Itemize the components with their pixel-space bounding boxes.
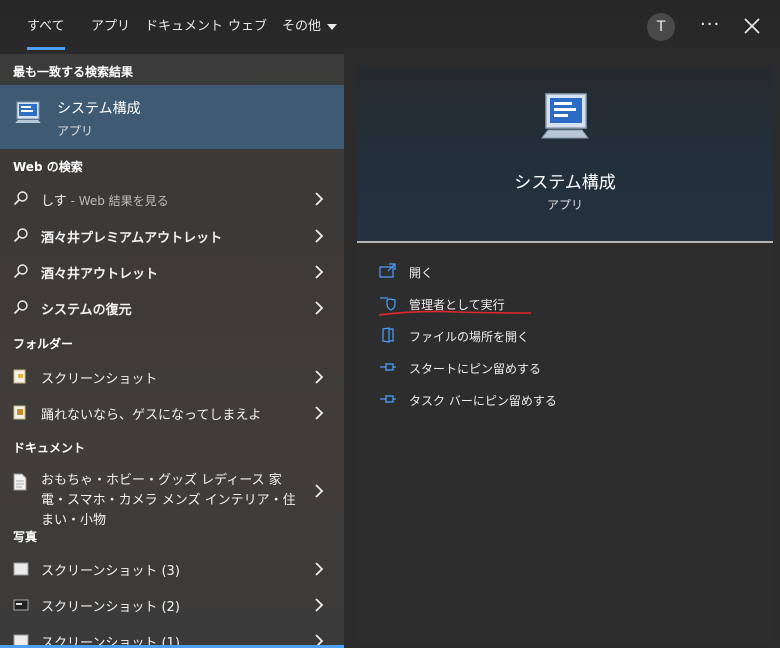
list-item[interactable]: システムの復元 xyxy=(0,291,344,325)
tab-apps[interactable]: アプリ xyxy=(91,0,130,54)
photo-label: スクリーンショット (2) xyxy=(41,600,180,615)
web-result-label: 酒々井プレミアムアウトレット xyxy=(41,231,223,246)
best-match-subtitle: アプリ xyxy=(57,124,94,138)
search-icon xyxy=(13,191,28,206)
pin-icon xyxy=(380,363,396,371)
tab-more[interactable]: その他 xyxy=(282,0,338,54)
system-config-icon xyxy=(541,93,589,139)
folder-open-icon xyxy=(382,327,394,343)
tab-all[interactable]: すべて xyxy=(27,0,65,54)
tab-more-label: その他 xyxy=(282,19,322,34)
list-item[interactable]: しす - Web 結果を見る xyxy=(0,182,344,216)
action-label: タスク バーにピン留めする xyxy=(409,394,557,408)
list-item[interactable]: 酒々井プレミアムアウトレット xyxy=(0,219,344,253)
folder-label: スクリーンショット xyxy=(41,372,158,387)
search-icon xyxy=(13,228,28,243)
search-icon xyxy=(13,264,28,279)
folder-icon xyxy=(13,405,26,420)
section-photos: 写真 xyxy=(13,530,38,544)
chevron-right-icon xyxy=(315,370,324,384)
chevron-right-icon xyxy=(315,301,324,315)
search-icon xyxy=(13,300,28,315)
list-item[interactable]: 酒々井アウトレット xyxy=(0,255,344,289)
action-label: スタートにピン留めする xyxy=(409,362,542,376)
chevron-right-icon xyxy=(315,406,324,420)
chevron-right-icon xyxy=(315,484,324,498)
web-result-hint: - Web 結果を見る xyxy=(66,194,169,208)
detail-subtitle: アプリ xyxy=(546,198,583,212)
results-panel: 最も一致する検索結果 システム構成 アプリ Web の検索 しす - Web 結… xyxy=(0,54,344,648)
section-folders: フォルダー xyxy=(13,337,74,351)
best-match-title: システム構成 xyxy=(57,101,141,117)
chevron-down-icon xyxy=(327,23,338,30)
tab-documents[interactable]: ドキュメント xyxy=(145,0,223,54)
list-item[interactable]: スクリーンショット xyxy=(0,360,344,394)
tab-web[interactable]: ウェブ xyxy=(228,0,267,54)
image-icon xyxy=(13,562,29,576)
folder-icon xyxy=(13,369,26,384)
best-match-item[interactable]: システム構成 アプリ xyxy=(0,85,344,149)
avatar[interactable]: T xyxy=(647,13,675,41)
document-icon xyxy=(13,473,27,491)
list-item[interactable]: スクリーンショット (2) xyxy=(0,588,344,622)
action-label: ファイルの場所を開く xyxy=(409,330,530,344)
red-underline-annotation xyxy=(378,310,532,316)
chevron-right-icon xyxy=(315,229,324,243)
web-result-label: しす xyxy=(41,194,67,209)
section-documents: ドキュメント xyxy=(13,441,86,455)
pin-icon xyxy=(380,395,396,403)
detail-title: システム構成 xyxy=(514,173,616,193)
folder-label: 踊れないなら、ゲスになってしまえよ xyxy=(41,408,262,423)
list-item[interactable]: スクリーンショット (3) xyxy=(0,552,344,586)
image-icon xyxy=(13,599,29,611)
search-window: すべて アプリ ドキュメント ウェブ その他 T ··· 最も一致する検索結果 … xyxy=(0,0,780,648)
web-result-label: 酒々井アウトレット xyxy=(41,267,159,282)
list-item[interactable]: おもちゃ・ホビー・グッズ レディース 家電・スマホ・カメラ メンズ インテリア・… xyxy=(0,467,344,528)
web-result-label: システムの復元 xyxy=(41,303,132,318)
action-label: 開く xyxy=(409,266,434,280)
detail-panel: システム構成 アプリ 開く 管理者として実行 ファイルの場所を開く スタートにピ… xyxy=(357,66,773,642)
chevron-right-icon xyxy=(315,598,324,612)
top-bar: すべて アプリ ドキュメント ウェブ その他 T ··· xyxy=(0,0,780,54)
more-options-button[interactable]: ··· xyxy=(700,14,720,35)
detail-header: システム構成 アプリ xyxy=(357,66,773,242)
chevron-right-icon xyxy=(315,192,324,206)
divider xyxy=(357,241,773,243)
section-web: Web の検索 xyxy=(13,160,83,174)
list-item[interactable]: 踊れないなら、ゲスになってしまえよ xyxy=(0,396,344,430)
photo-label: スクリーンショット (3) xyxy=(41,564,180,579)
close-icon[interactable] xyxy=(742,16,762,36)
document-label: おもちゃ・ホビー・グッズ レディース 家電・スマホ・カメラ メンズ インテリア・… xyxy=(41,473,296,528)
chevron-right-icon xyxy=(315,562,324,576)
system-config-icon xyxy=(15,101,41,123)
chevron-right-icon xyxy=(315,265,324,279)
open-icon xyxy=(379,263,396,278)
section-best-match: 最も一致する検索結果 xyxy=(13,65,134,79)
